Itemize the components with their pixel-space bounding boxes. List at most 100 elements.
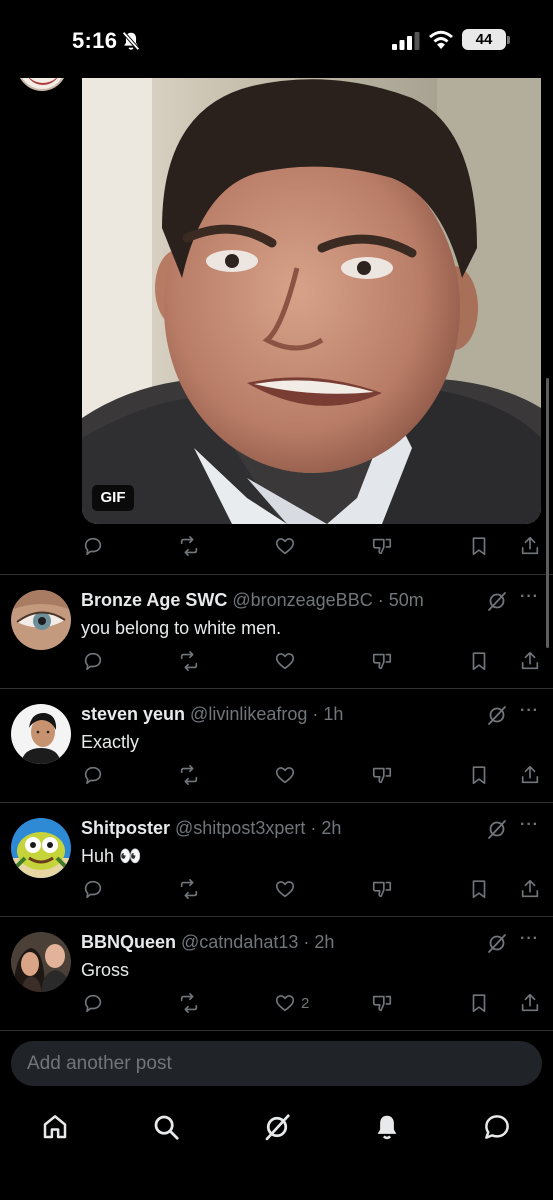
reply-meta: steven yeun @livinlikeafrog · 1h [81,702,343,726]
bell-off-icon [122,31,140,51]
author-handle: @catndahat13 · 2h [181,932,335,952]
repost-button[interactable] [178,762,200,788]
grok-icon[interactable] [486,818,508,840]
like-button[interactable] [274,876,301,902]
more-options-button[interactable]: ··· [520,930,540,952]
bottom-tab-bar [0,1100,553,1200]
like-button[interactable] [274,762,301,788]
like-button[interactable] [274,533,296,559]
avatar[interactable] [11,590,71,650]
more-options-button[interactable]: ··· [520,816,540,838]
bookmark-icon [472,652,486,671]
add-post-input[interactable]: Add another post [11,1041,542,1086]
reply-button[interactable] [82,876,104,902]
reply-icon [84,880,102,899]
reply-text: you belong to white men. [81,618,282,638]
reply-icon [84,994,102,1013]
reply-post[interactable]: Bronze Age SWC @bronzeageBBC · 50m ··· yo… [0,588,553,702]
downvote-button[interactable] [371,762,393,788]
like-icon [275,653,295,670]
downvote-icon [372,653,392,670]
share-button[interactable] [519,648,541,674]
author-name[interactable]: BBNQueen [81,932,176,952]
messages-icon[interactable] [482,1112,512,1142]
reply-text-words: Huh [81,846,115,866]
bookmark-button[interactable] [468,990,490,1016]
author-handle: @livinlikeafrog · 1h [190,704,344,724]
more-options-button[interactable]: ··· [520,588,540,610]
status-time: 5:16 [72,28,118,53]
repost-button[interactable] [178,533,200,559]
grok-icon[interactable] [486,704,508,726]
downvote-button[interactable] [371,990,393,1016]
repost-icon [180,993,198,1013]
bookmark-button[interactable] [468,762,490,788]
author-name[interactable]: steven yeun [81,704,185,724]
reply-actions [82,762,542,788]
gif-media[interactable] [82,78,541,524]
divider [0,1030,553,1031]
divider [0,574,553,575]
grok-tab-icon[interactable] [262,1112,292,1142]
downvote-button[interactable] [371,533,393,559]
reply-actions [82,648,542,674]
reply-meta: Bronze Age SWC @bronzeageBBC · 50m [81,588,424,612]
reply-icon [84,766,102,785]
search-icon[interactable] [151,1112,181,1142]
reply-post[interactable]: steven yeun @livinlikeafrog · 1h ··· Exac… [0,702,553,816]
author-handle: @shitpost3xpert · 2h [175,818,342,838]
author-name[interactable]: Shitposter [81,818,170,838]
reply-post[interactable]: BBNQueen @catndahat13 · 2h ··· Gross 2 [0,930,553,1044]
repost-button[interactable] [178,876,200,902]
bookmark-button[interactable] [468,648,490,674]
bookmark-icon [472,994,486,1013]
grok-icon[interactable] [486,932,508,954]
reply-button[interactable] [82,648,104,674]
share-button[interactable] [519,876,541,902]
reply-button[interactable] [82,990,104,1016]
repost-button[interactable] [178,990,200,1016]
divider [0,688,553,689]
share-icon [521,765,539,784]
reply-icon [84,537,102,556]
share-icon [521,536,539,555]
downvote-icon [372,881,392,898]
author-name[interactable]: Bronze Age SWC [81,590,227,610]
share-icon [521,993,539,1012]
avatar[interactable] [11,704,71,764]
reply-text: Exactly [81,732,140,752]
reply-post[interactable]: Shitposter @shitpost3xpert · 2h ··· Huh 👀 [0,816,553,930]
repost-icon [180,879,198,899]
grok-icon[interactable] [486,590,508,612]
like-button[interactable] [274,648,301,674]
like-icon [275,995,295,1012]
repost-button[interactable] [178,648,200,674]
avatar[interactable] [11,932,71,992]
scrollbar[interactable] [546,378,549,648]
downvote-button[interactable] [371,876,393,902]
reply-icon [84,652,102,671]
wifi-icon [429,30,453,49]
downvote-button[interactable] [371,648,393,674]
repost-icon [180,651,198,671]
reply-button[interactable] [82,762,104,788]
status-bar: 5:16 44 [0,0,553,78]
bookmark-button[interactable] [468,876,490,902]
signal-icon [392,32,420,50]
eyes-emoji: 👀 [119,846,142,866]
author-handle: @bronzeageBBC · 50m [232,590,424,610]
home-icon[interactable] [40,1112,70,1142]
more-options-button[interactable]: ··· [520,702,540,724]
share-button[interactable] [519,990,541,1016]
reply-actions [82,876,542,902]
reply-button[interactable] [82,533,104,559]
share-button[interactable] [519,762,541,788]
like-button[interactable]: 2 [274,990,309,1016]
repost-icon [180,536,198,556]
bookmark-button[interactable] [468,533,490,559]
avatar[interactable] [11,818,71,878]
share-button[interactable] [519,533,541,559]
like-icon [275,881,295,898]
reply-actions: 2 [82,990,542,1016]
notifications-icon[interactable] [372,1112,402,1142]
